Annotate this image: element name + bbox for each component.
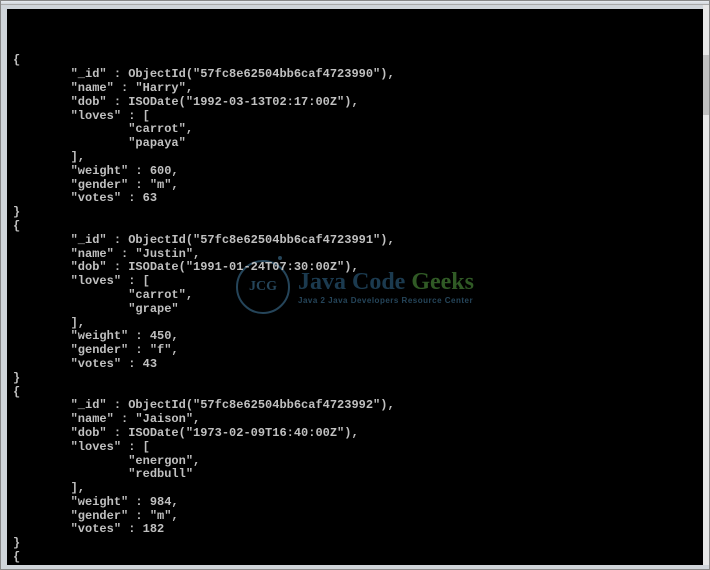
window-frame: JCG Java Code Geeks Java 2 Java Develope… bbox=[0, 0, 710, 570]
scrollbar-thumb[interactable] bbox=[703, 55, 709, 115]
terminal-content: { "_id" : ObjectId("57fc8e62504bb6caf472… bbox=[13, 54, 697, 565]
window-title-bar bbox=[1, 1, 709, 5]
vertical-scrollbar[interactable] bbox=[703, 5, 709, 565]
terminal-output[interactable]: JCG Java Code Geeks Java 2 Java Develope… bbox=[7, 9, 703, 565]
